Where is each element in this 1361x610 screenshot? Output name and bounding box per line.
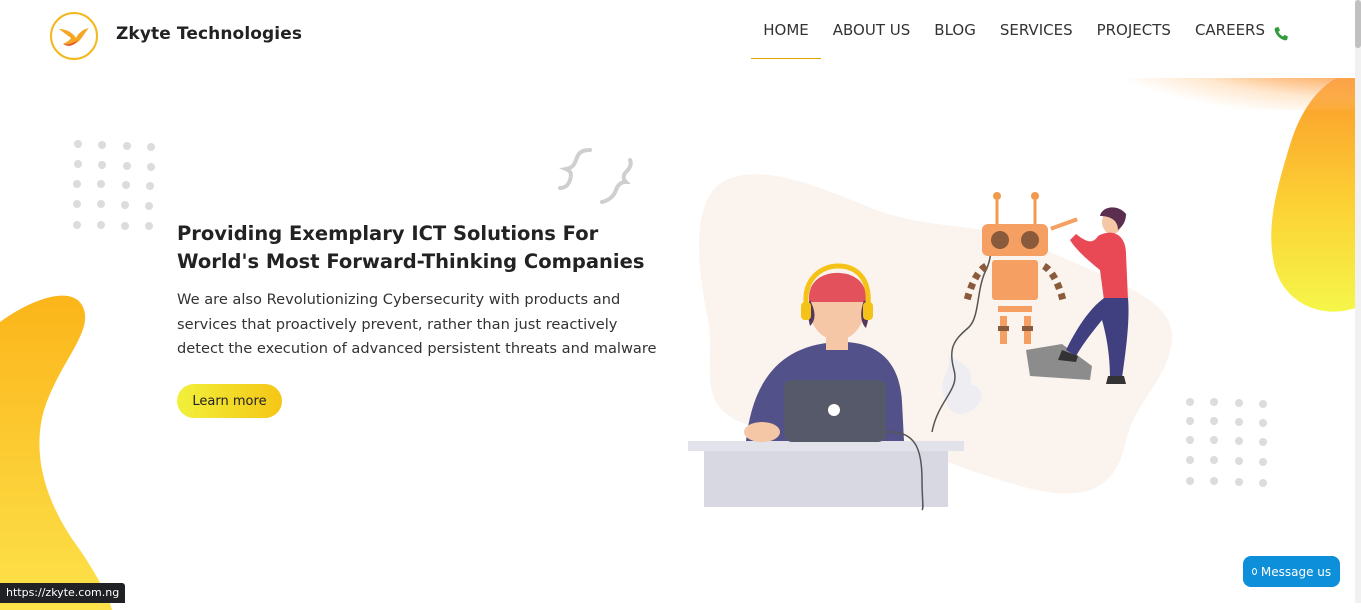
desk-body — [704, 451, 948, 507]
link-preview-url: https://zkyte.com.ng — [0, 583, 126, 603]
desk-top — [688, 441, 964, 451]
laptop-logo — [828, 404, 840, 416]
nav-about-us[interactable]: ABOUT US — [821, 0, 923, 60]
nav-services[interactable]: SERVICES — [988, 0, 1085, 60]
robot-body — [992, 260, 1038, 300]
hero-description: We are also Revolutionizing Cybersecurit… — [177, 291, 657, 357]
scrollbar-thumb[interactable] — [1355, 0, 1361, 48]
hero-title: Providing Exemplary ICT Solutions For Wo… — [177, 222, 645, 273]
phone-icon[interactable] — [1273, 26, 1289, 42]
nav-blog[interactable]: BLOG — [922, 0, 988, 60]
nav-home[interactable]: HOME — [751, 0, 821, 60]
main-nav: HOME ABOUT US BLOG SERVICES PROJECTS CAR… — [751, 0, 1277, 60]
logo[interactable] — [50, 12, 98, 60]
learn-more-button[interactable]: Learn more — [177, 384, 282, 418]
page-scrollbar[interactable] — [1355, 0, 1361, 603]
chat-icon — [1251, 568, 1257, 575]
hero-illustration — [688, 174, 1173, 511]
dot-grid-left — [73, 140, 155, 230]
nav-projects[interactable]: PROJECTS — [1085, 0, 1183, 60]
brand-name[interactable]: Zkyte Technologies — [116, 24, 302, 44]
nav-careers[interactable]: CAREERS — [1183, 0, 1277, 60]
message-us-label: Message us — [1260, 564, 1332, 579]
person-hand — [744, 422, 780, 442]
decorative-blob-right — [1271, 78, 1355, 312]
message-us-button[interactable]: Message us — [1243, 556, 1340, 587]
bird-logo-icon — [59, 28, 89, 46]
decorative-blob-left — [0, 295, 112, 610]
curly-braces-decoration — [558, 148, 633, 204]
site-header: Zkyte Technologies HOME ABOUT US BLOG SE… — [0, 0, 1355, 78]
dot-grid-right — [1186, 398, 1267, 487]
